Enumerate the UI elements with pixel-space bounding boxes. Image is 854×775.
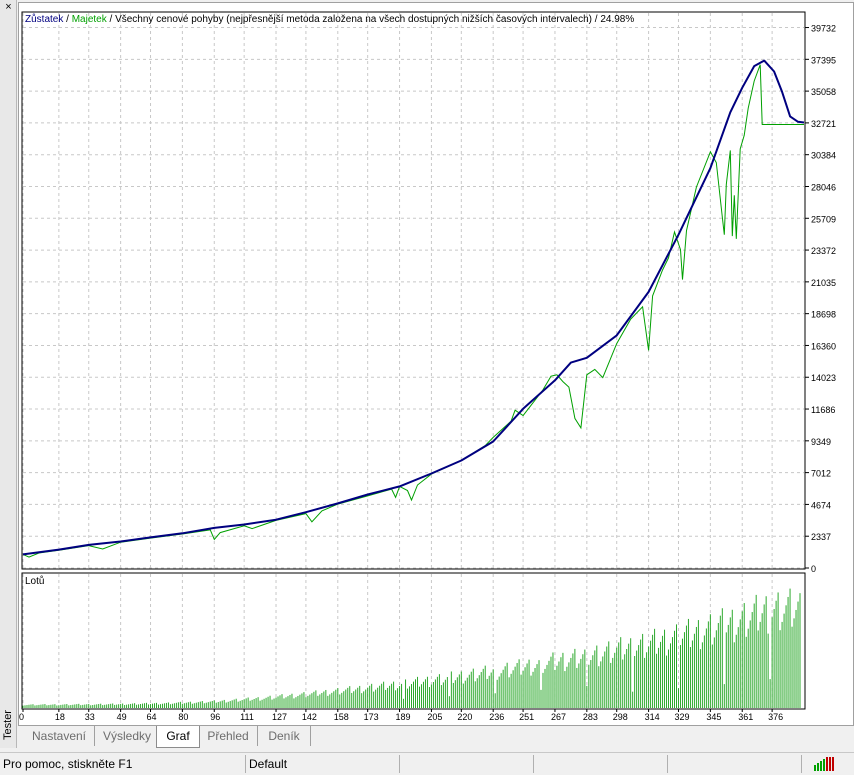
x-tick-label: 33 [85, 712, 95, 722]
tab-graf[interactable]: Graf [156, 726, 200, 748]
lots-label: Lotů [25, 575, 44, 587]
tab-nastaveni[interactable]: Nastavení [24, 726, 95, 746]
legend-balance: Zůstatek [25, 13, 64, 25]
y-tick-label: 7012 [811, 469, 831, 479]
chart-legend: Zůstatek / Majetek / Všechny cenové pohy… [25, 13, 634, 25]
y-tick-label: 32721 [811, 119, 836, 129]
x-tick-label: 18 [55, 712, 65, 722]
x-tick-label: 96 [210, 712, 220, 722]
y-tick-label: 4674 [811, 500, 831, 510]
x-tick-label: 49 [117, 712, 127, 722]
y-tick-label: 28046 [811, 182, 836, 192]
y-tick-label: 11686 [811, 405, 835, 415]
y-tick-label: 35058 [811, 87, 836, 97]
tester-tabs: Nastavení Výsledky Graf Přehled Deník [18, 726, 854, 748]
legend-description: Všechny cenové pohyby (nejpřesnější meto… [115, 14, 592, 25]
x-tick-label: 283 [583, 712, 598, 722]
close-icon[interactable]: × [3, 2, 14, 13]
svg-text:Zůstatek / Majetek / Všechny c: Zůstatek / Majetek / Všechny cenové pohy… [25, 13, 634, 25]
status-cell-5 [668, 755, 802, 773]
y-tick-label: 39732 [811, 24, 836, 34]
y-tick-label: 14023 [811, 373, 836, 383]
y-tick-label: 9349 [811, 437, 831, 447]
connection-status-icon[interactable] [814, 757, 836, 771]
tester-graph: 0 2337 4674 7012 9349 11686 14023 16360 18698 210… [18, 2, 854, 726]
x-tick-label: 158 [334, 712, 349, 722]
legend-sep-3: / [592, 14, 600, 25]
tab-vysledky[interactable]: Výsledky [94, 726, 161, 746]
x-tick-label: 345 [706, 712, 721, 722]
y-tick-label: 37395 [811, 55, 836, 65]
x-tick-label: 314 [645, 712, 660, 722]
x-tick-label: 127 [272, 712, 287, 722]
x-tick-label: 251 [519, 712, 534, 722]
y-tick-label: 30384 [811, 151, 836, 161]
tester-panel-label: Tester [2, 710, 14, 740]
tester-panel-strip: × Tester [0, 0, 17, 748]
status-cell-3 [400, 755, 534, 773]
x-tick-label: 329 [674, 712, 689, 722]
legend-equity: Majetek [72, 14, 108, 25]
legend-percent: 24.98% [600, 14, 634, 25]
x-tick-label: 64 [147, 712, 157, 722]
x-tick-label: 361 [738, 712, 753, 722]
x-tick-label: 80 [178, 712, 188, 722]
x-tick-label: 236 [489, 712, 504, 722]
x-tick-label: 267 [551, 712, 566, 722]
status-cell-4 [534, 755, 668, 773]
x-tick-label: 298 [613, 712, 628, 722]
y-tick-label: 21035 [811, 278, 836, 288]
legend-sep-2: / [107, 14, 115, 25]
x-tick-label: 142 [302, 712, 317, 722]
y-axis: 0 2337 4674 7012 9349 11686 14023 16360 18698 210… [805, 24, 836, 574]
x-tick-label: 205 [427, 712, 442, 722]
y-tick-label: 25709 [811, 214, 836, 224]
y-tick-label: 2337 [811, 532, 831, 542]
x-tick-label: 189 [396, 712, 411, 722]
equity-balance-chart: 0 2337 4674 7012 9349 11686 14023 16360 18698 210… [19, 11, 836, 722]
y-tick-label: 0 [811, 564, 816, 574]
x-tick-label: 376 [768, 712, 783, 722]
tab-prehled[interactable]: Přehled [199, 726, 258, 746]
x-tick-label: 220 [457, 712, 472, 722]
status-bar: Pro pomoc, stiskněte F1 Default [0, 752, 854, 775]
y-tick-label: 18698 [811, 310, 836, 320]
x-tick-label: 173 [364, 712, 379, 722]
legend-sep-1: / [63, 14, 71, 25]
y-tick-label: 23372 [811, 246, 836, 256]
tab-denik[interactable]: Deník [258, 726, 311, 746]
x-axis: 0 18 33 49 64 80 96 111 127 142 158 173 189 205 220 236… [19, 709, 783, 722]
x-tick-label: 111 [240, 712, 254, 722]
status-help-text: Pro pomoc, stiskněte F1 [0, 755, 246, 773]
main-plot-frame [21, 11, 806, 570]
status-profile: Default [246, 755, 400, 773]
y-tick-label: 16360 [811, 341, 836, 351]
x-tick-label: 0 [19, 712, 24, 722]
